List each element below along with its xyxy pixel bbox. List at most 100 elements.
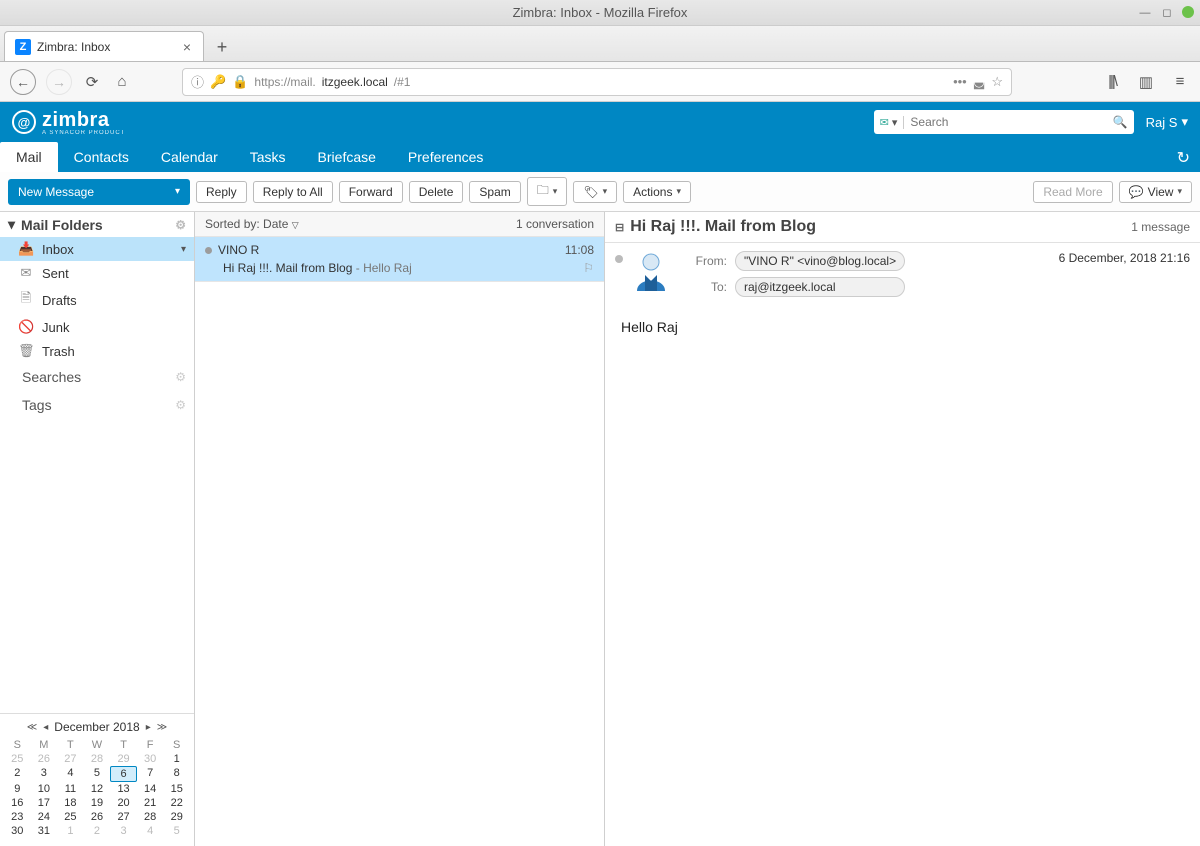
back-button[interactable]: ← (10, 69, 36, 95)
cal-day[interactable]: 29 (163, 810, 190, 824)
reply-all-button[interactable]: Reply to All (253, 181, 333, 203)
home-icon[interactable]: ⌂ (112, 72, 132, 92)
cal-day[interactable]: 4 (137, 824, 164, 838)
forward-button[interactable]: Forward (339, 181, 403, 203)
cal-day[interactable]: 27 (110, 810, 137, 824)
cal-day[interactable]: 27 (57, 752, 84, 766)
cal-day[interactable]: 8 (163, 766, 190, 782)
cal-day[interactable]: 25 (4, 752, 31, 766)
sidebar-icon[interactable]: ▥ (1136, 72, 1156, 92)
gear-icon[interactable]: ⚙ (175, 370, 186, 384)
library-icon[interactable]: |||\ (1102, 72, 1122, 92)
cal-day[interactable]: 28 (137, 810, 164, 824)
tab-calendar[interactable]: Calendar (145, 142, 234, 172)
cal-prev-month-icon[interactable]: ◂ (43, 722, 48, 733)
cal-next-year-icon[interactable]: ≫ (157, 722, 167, 733)
cal-day[interactable]: 3 (31, 766, 58, 782)
cal-day[interactable]: 1 (163, 752, 190, 766)
cal-day[interactable]: 29 (110, 752, 137, 766)
cal-day[interactable]: 1 (57, 824, 84, 838)
cal-day[interactable]: 15 (163, 782, 190, 796)
search-box[interactable]: ✉ ▾ 🔍 (874, 110, 1134, 134)
cal-day[interactable]: 3 (110, 824, 137, 838)
new-tab-button[interactable]: + (208, 33, 236, 61)
cal-day[interactable]: 22 (163, 796, 190, 810)
cal-day[interactable]: 24 (31, 810, 58, 824)
to-value[interactable]: raj@itzgeek.local (735, 277, 905, 297)
new-message-button[interactable]: New Message ▾ (8, 179, 190, 205)
folder-item-drafts[interactable]: 🗎Drafts (0, 285, 194, 315)
spam-button[interactable]: Spam (469, 181, 520, 203)
cal-day[interactable]: 6 (110, 766, 137, 782)
tag-menu-button[interactable]: 🏷▾ (573, 181, 617, 203)
cal-day[interactable]: 7 (137, 766, 164, 782)
cal-day[interactable]: 17 (31, 796, 58, 810)
gear-icon[interactable]: ⚙ (175, 218, 186, 232)
delete-button[interactable]: Delete (409, 181, 464, 203)
minimize-icon[interactable]: — (1138, 6, 1152, 20)
url-bar[interactable]: ⓘ 🔑 🔒 https://mail.itzgeek.local/#1 ••• … (182, 68, 1012, 96)
search-type-dropdown[interactable]: ✉ ▾ (874, 116, 905, 129)
cal-day[interactable]: 12 (84, 782, 111, 796)
cal-day[interactable]: 30 (4, 824, 31, 838)
info-icon[interactable]: ⓘ (191, 72, 204, 91)
cal-day[interactable]: 25 (57, 810, 84, 824)
mail-folders-header[interactable]: ▾ Mail Folders ⚙ (0, 212, 194, 237)
tab-contacts[interactable]: Contacts (58, 142, 145, 172)
cal-day[interactable]: 20 (110, 796, 137, 810)
cal-prev-year-icon[interactable]: ≪ (27, 722, 37, 733)
sort-header[interactable]: Sorted by: Date ▽ 1 conversation (195, 212, 604, 237)
pocket-icon[interactable]: ◛ (973, 74, 986, 90)
tags-section[interactable]: Tags⚙ (0, 391, 194, 419)
cal-day[interactable]: 31 (31, 824, 58, 838)
from-value[interactable]: "VINO R" <vino@blog.local> (735, 251, 905, 271)
reload-icon[interactable]: ⟳ (82, 72, 102, 92)
cal-day[interactable]: 14 (137, 782, 164, 796)
cal-day[interactable]: 21 (137, 796, 164, 810)
cal-title[interactable]: December 2018 (54, 720, 139, 734)
cal-day[interactable]: 28 (84, 752, 111, 766)
cal-day[interactable]: 13 (110, 782, 137, 796)
maximize-icon[interactable]: ◻ (1160, 6, 1174, 20)
cal-day[interactable]: 11 (57, 782, 84, 796)
folder-item-trash[interactable]: 🗑Trash (0, 339, 194, 363)
flag-icon[interactable]: ⚐ (583, 261, 594, 275)
tab-preferences[interactable]: Preferences (392, 142, 499, 172)
cal-next-month-icon[interactable]: ▸ (146, 722, 151, 733)
gear-icon[interactable]: ⚙ (175, 398, 186, 412)
cal-day[interactable]: 5 (84, 766, 111, 782)
actions-menu-button[interactable]: Actions ▾ (623, 181, 691, 203)
cal-day[interactable]: 23 (4, 810, 31, 824)
browser-tab[interactable]: Z Zimbra: Inbox × (4, 31, 204, 61)
meatball-icon[interactable]: ••• (953, 74, 967, 89)
search-icon[interactable]: 🔍 (1107, 115, 1134, 129)
cal-day[interactable]: 26 (84, 810, 111, 824)
searches-section[interactable]: Searches⚙ (0, 363, 194, 391)
cal-day[interactable]: 2 (84, 824, 111, 838)
folder-item-inbox[interactable]: 📥Inbox▾ (0, 237, 194, 261)
move-menu-button[interactable]: 🗀▾ (527, 177, 568, 206)
cal-day[interactable]: 30 (137, 752, 164, 766)
cal-day[interactable]: 2 (4, 766, 31, 782)
tab-tasks[interactable]: Tasks (234, 142, 302, 172)
collapse-thread-icon[interactable]: ⊟ (615, 221, 624, 234)
hamburger-icon[interactable]: ≡ (1170, 72, 1190, 92)
tab-close-icon[interactable]: × (181, 39, 193, 55)
cal-day[interactable]: 16 (4, 796, 31, 810)
cal-day[interactable]: 9 (4, 782, 31, 796)
forward-button[interactable]: → (46, 69, 72, 95)
view-menu-button[interactable]: 💬 View ▾ (1119, 181, 1192, 203)
cal-day[interactable]: 10 (31, 782, 58, 796)
zimbra-logo[interactable]: @ zimbra A SYNACOR PRODUCT (12, 109, 125, 136)
tab-mail[interactable]: Mail (0, 142, 58, 172)
close-icon[interactable] (1182, 6, 1194, 18)
conversation-item[interactable]: VINO R 11:08 Hi Raj !!!. Mail from Blog … (195, 237, 604, 282)
reply-button[interactable]: Reply (196, 181, 247, 203)
folder-item-sent[interactable]: ✉Sent (0, 261, 194, 285)
bookmark-star-icon[interactable]: ☆ (991, 74, 1003, 90)
cal-day[interactable]: 19 (84, 796, 111, 810)
folder-item-junk[interactable]: 🚫Junk (0, 315, 194, 339)
cal-day[interactable]: 18 (57, 796, 84, 810)
cal-day[interactable]: 26 (31, 752, 58, 766)
cal-day[interactable]: 5 (163, 824, 190, 838)
